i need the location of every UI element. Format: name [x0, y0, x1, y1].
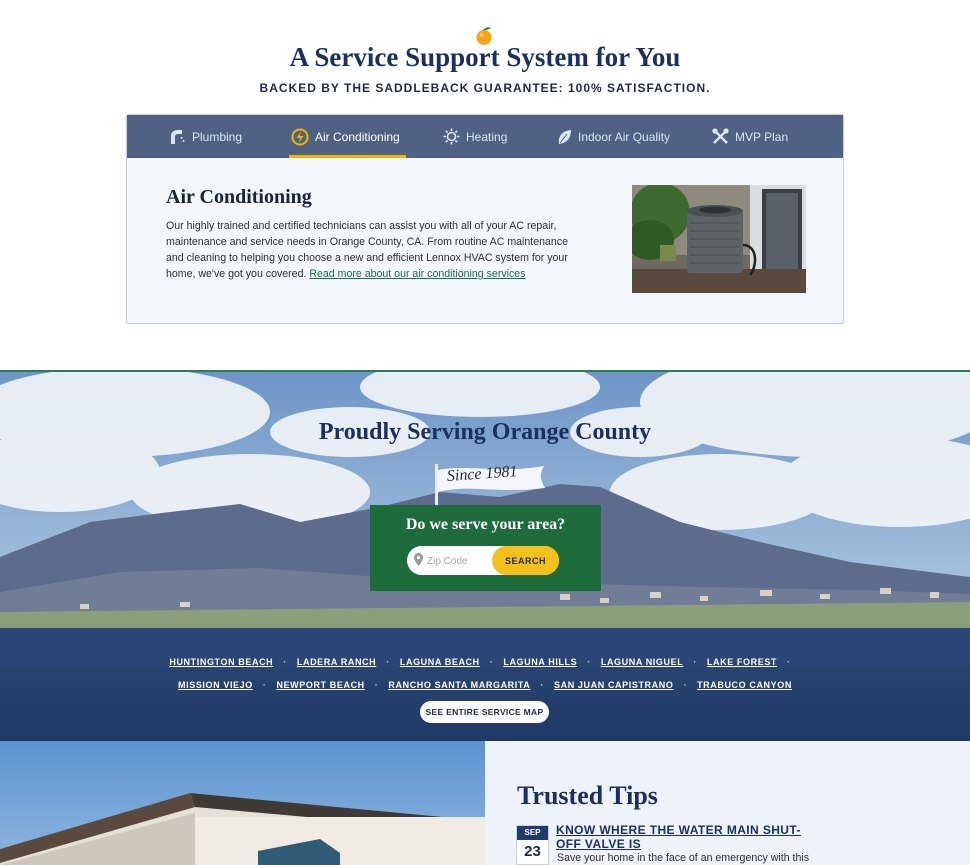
city-links: HUNTINGTON BEACH · LADERA RANCH · LAGUNA B… [0, 650, 970, 696]
tip-post-excerpt: Save your home in the face of an emergen… [557, 852, 810, 864]
leaf-icon [558, 129, 571, 144]
office-building-photo [0, 741, 485, 865]
tab-heating[interactable]: Heating [443, 115, 507, 158]
zip-question: Do we serve your area? [405, 516, 566, 533]
ac-read-more-link[interactable]: Read more about our air conditioning ser… [309, 268, 525, 280]
map-pin-icon [414, 553, 423, 566]
tab-indoor-air-quality[interactable]: Indoor Air Quality [557, 115, 670, 158]
post-date-month: SEP [517, 826, 548, 840]
separator-dot: · [374, 679, 379, 690]
tips-title: Trusted Tips [517, 781, 658, 810]
city-link-laguna-hills[interactable]: LAGUNA HILLS [503, 657, 577, 667]
tab-air-conditioning-label: Air Conditioning [315, 129, 400, 144]
tab-indoor-air-quality-label: Indoor Air Quality [578, 129, 671, 144]
post-date-badge: SEP 23 [516, 825, 549, 865]
plumbing-icon [171, 129, 185, 144]
service-tabs: Plumbing Air Conditioning Heating Indoor… [127, 115, 843, 158]
tip-post-title-link[interactable]: KNOW WHERE THE WATER MAIN SHUT-OFF VALVE… [556, 823, 826, 851]
separator-dot: · [587, 656, 591, 667]
tab-plumbing-label: Plumbing [192, 129, 243, 144]
city-link-san-juan-capistrano[interactable]: SAN JUAN CAPISTRANO [554, 680, 673, 690]
tools-icon [712, 128, 729, 144]
zip-search-box: Do we serve your area? SEARCH [370, 505, 601, 591]
service-area-section: Proudly Serving Orange County Since 1981… [0, 370, 970, 741]
city-link-trabuco-canyon[interactable]: TRABUCO CANYON [697, 680, 792, 690]
ac-unit-photo [632, 185, 806, 293]
separator-dot: · [683, 679, 688, 690]
services-card: Plumbing Air Conditioning Heating Indoor… [126, 114, 844, 324]
ac-icon [291, 128, 309, 145]
bottom-section: Trusted Tips SEP 23 KNOW WHERE THE WATER… [0, 741, 970, 865]
separator-dot: · [540, 679, 545, 690]
panel-heading: Air Conditioning [166, 186, 312, 208]
guarantee-subtitle: BACKED BY THE SADDLEBACK GUARANTEE: 100%… [259, 81, 711, 95]
page-title: A Service Support System for You [289, 42, 681, 72]
city-link-rancho-santa-margarita[interactable]: RANCHO SANTA MARGARITA [388, 680, 530, 690]
city-link-newport-beach[interactable]: NEWPORT BEACH [276, 680, 364, 690]
tab-heating-label: Heating [466, 129, 508, 144]
zip-code-input[interactable] [427, 552, 497, 570]
separator-dot: · [787, 656, 791, 667]
city-link-ladera-ranch[interactable]: LADERA RANCH [297, 657, 376, 667]
separator-dot: · [489, 656, 494, 667]
city-link-lake-forest[interactable]: LAKE FOREST [707, 657, 777, 667]
zip-search-button[interactable]: SEARCH [492, 546, 559, 575]
city-link-huntington-beach[interactable]: HUNTINGTON BEACH [169, 657, 273, 667]
panel-description: Our highly trained and certified technic… [166, 218, 586, 282]
service-support-section: A Service Support System for You BACKED … [0, 0, 970, 370]
separator-dot: · [283, 656, 287, 667]
trusted-tips-panel: Trusted Tips SEP 23 KNOW WHERE THE WATER… [485, 741, 970, 865]
separator-dot: · [262, 679, 267, 690]
heating-icon [443, 128, 460, 145]
separator-dot: · [693, 656, 697, 667]
city-row: MISSION VIEJO · NEWPORT BEACH · RANCHO SAN… [0, 673, 970, 696]
city-row: HUNTINGTON BEACH · LADERA RANCH · LAGUNA B… [0, 650, 970, 673]
city-link-mission-viejo[interactable]: MISSION VIEJO [178, 680, 253, 690]
separator-dot: · [386, 656, 390, 667]
city-link-laguna-beach[interactable]: LAGUNA BEACH [400, 657, 480, 667]
city-link-laguna-niguel[interactable]: LAGUNA NIGUEL [601, 657, 683, 667]
tab-air-conditioning[interactable]: Air Conditioning [289, 115, 406, 158]
tab-mvp-plan[interactable]: MVP Plan [712, 115, 788, 158]
zip-search-form: SEARCH [407, 546, 559, 575]
post-date-day: 23 [524, 843, 541, 860]
tab-plumbing[interactable]: Plumbing [169, 115, 242, 158]
tab-mvp-plan-label: MVP Plan [735, 129, 789, 144]
service-map-button[interactable]: SEE ENTIRE SERVICE MAP [420, 701, 549, 723]
service-area-title: Proudly Serving Orange County [318, 419, 652, 445]
